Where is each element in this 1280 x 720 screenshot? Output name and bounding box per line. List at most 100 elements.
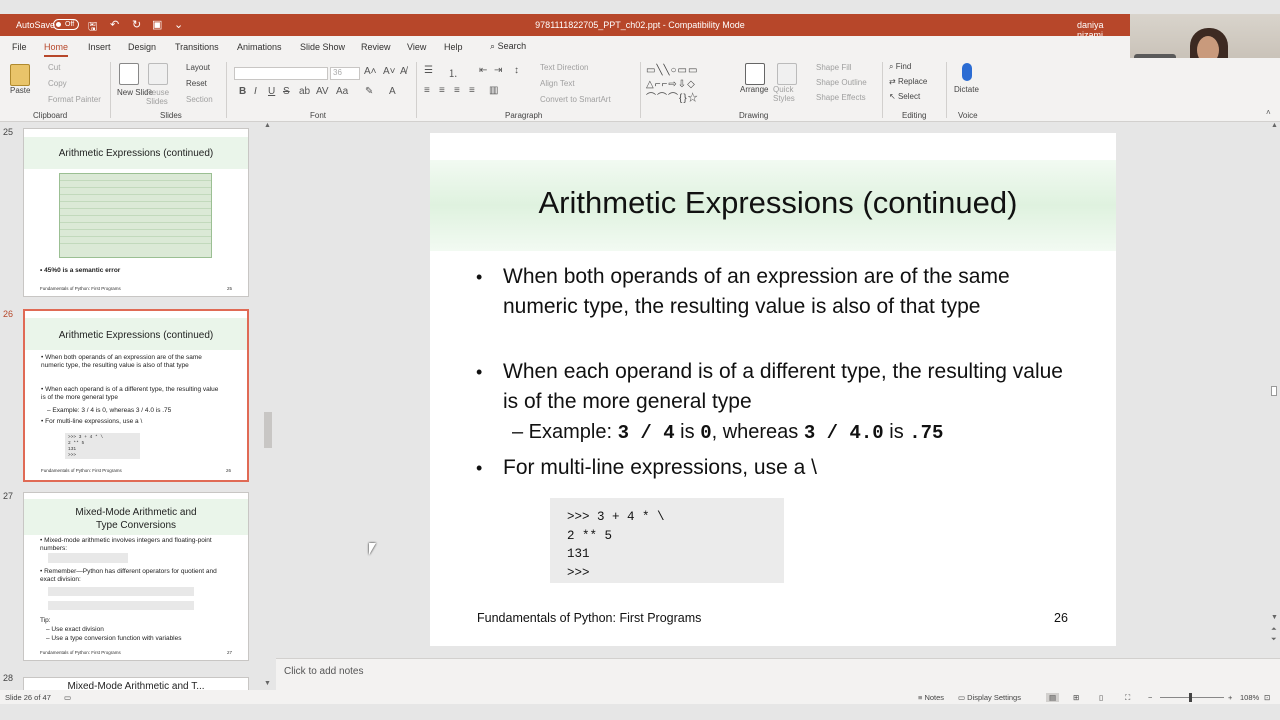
tab-insert[interactable]: Insert xyxy=(88,42,111,52)
strikethrough-icon[interactable]: S xyxy=(283,86,290,97)
quick-styles-icon[interactable] xyxy=(777,63,797,85)
dictate-button[interactable]: Dictate xyxy=(954,85,979,94)
new-slide-icon[interactable] xyxy=(119,63,139,85)
thumbnail-scrollbar[interactable]: ▲ ▼ xyxy=(262,122,274,690)
layout-button[interactable]: Layout xyxy=(186,63,210,72)
slide-thumbnail-25[interactable]: Arithmetic Expressions (continued) • 45%… xyxy=(23,128,249,297)
scroll-up-icon[interactable]: ▲ xyxy=(264,122,271,129)
slide-show-icon[interactable]: ⛶ xyxy=(1125,693,1130,703)
slide-thumbnail-27[interactable]: Mixed-Mode Arithmetic and Type Conversio… xyxy=(23,492,249,661)
accessibility-icon[interactable]: ▭ xyxy=(64,693,71,702)
section-button[interactable]: Section xyxy=(186,95,213,104)
tab-file[interactable]: File xyxy=(12,42,27,52)
normal-view-icon[interactable]: ▤ xyxy=(1046,693,1060,702)
reset-button[interactable]: Reset xyxy=(186,79,207,88)
tab-review[interactable]: Review xyxy=(361,42,391,52)
scrollbar-thumb[interactable] xyxy=(264,412,272,448)
reuse-slides-icon[interactable] xyxy=(148,63,168,85)
tab-help[interactable]: Help xyxy=(444,42,463,52)
code-box[interactable]: >>> 3 + 4 * \ 2 ** 5 131 >>> xyxy=(550,498,784,583)
align-center-icon[interactable]: ≡ xyxy=(439,85,445,96)
editor-scrollbar[interactable]: ▲ ▼ ⏶ ⏷ xyxy=(1268,122,1280,658)
columns-icon[interactable]: ▥ xyxy=(489,85,498,96)
convert-smartart-button[interactable]: Convert to SmartArt xyxy=(540,95,611,104)
find-button[interactable]: ⌕ Find xyxy=(889,62,911,72)
clear-formatting-icon[interactable]: A̸ xyxy=(400,66,407,77)
scroll-down-icon[interactable]: ▼ xyxy=(264,680,271,687)
ribbon-search[interactable]: ⌕ Search xyxy=(490,41,526,52)
arrange-icon[interactable] xyxy=(745,63,765,85)
line-spacing-icon[interactable]: ↕ xyxy=(514,65,519,76)
character-spacing-icon[interactable]: AV xyxy=(316,86,329,97)
slide-thumbnail-28[interactable]: Mixed-Mode Arithmetic and T... xyxy=(23,677,249,690)
grow-font-icon[interactable]: A˄ xyxy=(364,66,377,77)
slide-subbullet-example[interactable]: – Example: 3 / 4 is 0, whereas 3 / 4.0 i… xyxy=(512,421,943,444)
justify-icon[interactable]: ≡ xyxy=(469,85,475,96)
paste-icon[interactable] xyxy=(10,64,30,86)
change-case-icon[interactable]: Aa xyxy=(336,86,348,97)
bullets-icon[interactable]: ☰ xyxy=(424,65,433,76)
thumbnail-bullet: • When each operand is of a different ty… xyxy=(41,386,219,401)
notes-pane[interactable]: Click to add notes xyxy=(276,658,1280,690)
tab-home[interactable]: Home xyxy=(44,42,69,57)
tab-transitions[interactable]: Transitions xyxy=(175,42,219,52)
slide-sorter-icon[interactable]: ⊞ xyxy=(1073,693,1079,702)
microphone-icon[interactable] xyxy=(962,63,972,81)
scroll-down-icon[interactable]: ▼ xyxy=(1271,614,1278,621)
align-text-button[interactable]: Align Text xyxy=(540,79,575,88)
slide-thumbnail-26[interactable]: Arithmetic Expressions (continued) • Whe… xyxy=(23,309,249,482)
scroll-up-icon[interactable]: ▲ xyxy=(1271,122,1278,129)
slide-bullet[interactable]: • For multi-line expressions, use a \ xyxy=(476,453,1063,483)
align-right-icon[interactable]: ≡ xyxy=(454,85,460,96)
replace-button[interactable]: ⇄ Replace xyxy=(889,77,927,86)
shape-effects-button[interactable]: Shape Effects xyxy=(816,93,866,102)
shrink-font-icon[interactable]: A˅ xyxy=(383,66,396,77)
cut-button[interactable]: Cut xyxy=(48,63,60,72)
zoom-out-icon[interactable]: − xyxy=(1148,693,1152,702)
zoom-slider[interactable] xyxy=(1160,697,1224,698)
arrange-button[interactable]: Arrange xyxy=(740,85,768,94)
display-settings-button[interactable]: ▭ Display Settings xyxy=(958,693,1021,702)
notes-placeholder[interactable]: Click to add notes xyxy=(284,666,364,677)
slide-bullet[interactable]: • When each operand is of a different ty… xyxy=(476,357,1063,417)
notes-toggle[interactable]: ≡ Notes xyxy=(918,693,944,702)
numbering-icon[interactable]: ⒈ xyxy=(448,65,458,80)
font-size-input[interactable]: 36 xyxy=(330,67,360,80)
slide-title[interactable]: Arithmetic Expressions (continued) xyxy=(430,185,1116,221)
tab-slide-show[interactable]: Slide Show xyxy=(300,42,345,52)
copy-button[interactable]: Copy xyxy=(48,79,67,88)
decrease-indent-icon[interactable]: ⇤ xyxy=(479,65,487,76)
highlight-icon[interactable]: ✎ xyxy=(365,86,373,97)
bold-icon[interactable]: B xyxy=(239,86,246,97)
slide-bullet[interactable]: • When both operands of an expression ar… xyxy=(476,262,1063,322)
shadow-icon[interactable]: ab xyxy=(299,86,310,97)
current-slide[interactable]: Arithmetic Expressions (continued) • Whe… xyxy=(430,133,1116,646)
align-left-icon[interactable]: ≡ xyxy=(424,85,430,96)
text-direction-button[interactable]: Text Direction xyxy=(540,63,588,72)
scrollbar-thumb[interactable] xyxy=(1271,386,1277,396)
tab-design[interactable]: Design xyxy=(128,42,156,52)
shape-fill-button[interactable]: Shape Fill xyxy=(816,63,852,72)
font-name-input[interactable] xyxy=(234,67,328,80)
zoom-slider-knob[interactable] xyxy=(1189,693,1192,702)
select-button[interactable]: ↖ Select xyxy=(889,92,920,101)
next-slide-icon[interactable]: ⏷ xyxy=(1271,636,1277,644)
font-color-icon[interactable]: A xyxy=(389,86,396,97)
paste-button[interactable]: Paste xyxy=(10,86,30,95)
zoom-level[interactable]: 108% xyxy=(1240,693,1259,702)
format-painter-button[interactable]: Format Painter xyxy=(48,95,101,104)
shapes-gallery[interactable]: ▭╲╲○▭▭ △⌐⌐⇨⇩◇ ⌒⌒⌒{}☆ xyxy=(646,64,736,104)
fit-to-window-icon[interactable]: ⊡ xyxy=(1264,693,1270,702)
quick-styles-button[interactable]: Quick Styles xyxy=(773,85,797,103)
tab-view[interactable]: View xyxy=(407,42,426,52)
shape-outline-button[interactable]: Shape Outline xyxy=(816,78,867,87)
collapse-ribbon-icon[interactable]: ˄ xyxy=(1266,108,1271,117)
tab-animations[interactable]: Animations xyxy=(237,42,282,52)
previous-slide-icon[interactable]: ⏶ xyxy=(1271,626,1277,634)
reading-view-icon[interactable]: ▯ xyxy=(1099,693,1103,702)
zoom-in-icon[interactable]: + xyxy=(1228,693,1232,702)
underline-icon[interactable]: U xyxy=(268,86,275,97)
reuse-slides-button[interactable]: Reuse Slides xyxy=(146,88,170,106)
increase-indent-icon[interactable]: ⇥ xyxy=(494,65,502,76)
italic-icon[interactable]: I xyxy=(254,86,257,97)
